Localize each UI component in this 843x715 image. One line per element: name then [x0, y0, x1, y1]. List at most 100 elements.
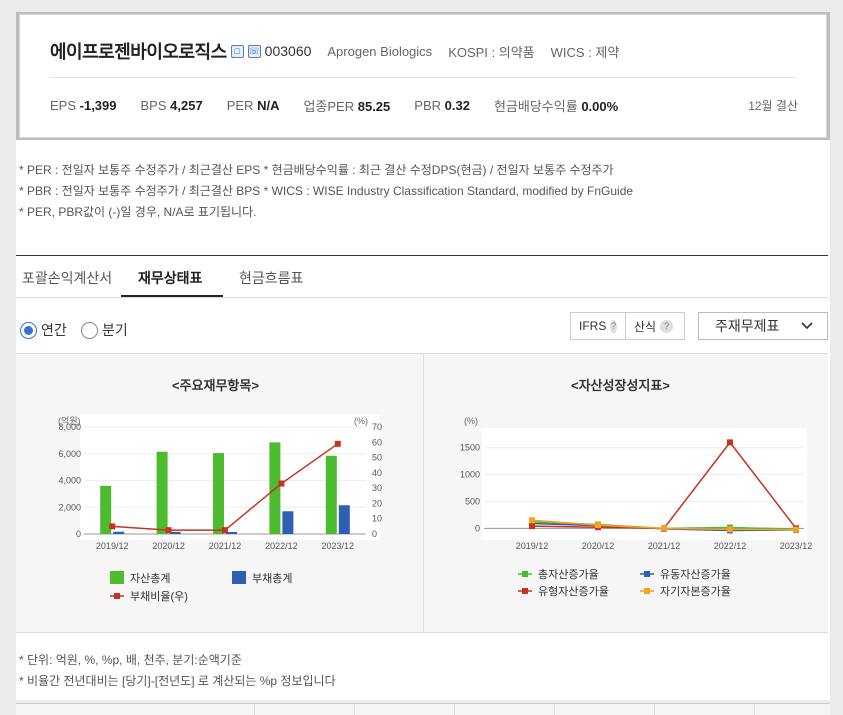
legend-swatch	[522, 571, 528, 577]
point-series-2	[529, 523, 535, 530]
company-title-row: 에이프로젠바이오로직스 □ ☏ 003060 Aprogen Biologics…	[50, 38, 619, 64]
stock-code: 003060	[264, 43, 312, 59]
legend-label: 부채비율(우)	[130, 590, 188, 603]
stat-eps: EPS -1,399	[50, 97, 117, 113]
tab-balance-sheet[interactable]: 재무상태표	[138, 268, 202, 288]
legend-swatch	[522, 588, 528, 594]
legend-swatch	[644, 571, 650, 577]
ifrs-button[interactable]: IFRS?	[570, 312, 626, 340]
legend-swatch	[232, 571, 246, 584]
legend-label: 유형자산증가율	[538, 585, 609, 598]
radio-annual-indicator[interactable]	[20, 321, 37, 339]
point-series-3	[595, 522, 601, 529]
x-tick-label: 2020/12	[582, 541, 615, 551]
point-series-2	[727, 439, 733, 446]
company-name: 에이프로젠바이오로직스	[50, 42, 227, 62]
bar-total-assets	[156, 451, 168, 534]
y2-tick-label: 60	[372, 437, 382, 447]
legend-label: 자기자본증가율	[660, 585, 731, 598]
x-tick-label: 2022/12	[714, 541, 747, 551]
homepage-icon[interactable]: □	[230, 44, 244, 58]
chevron-down-icon	[801, 322, 813, 330]
x-tick-label: 2023/12	[780, 541, 813, 551]
y-tick-label: 6,000	[58, 449, 81, 459]
x-tick-label: 2023/12	[322, 541, 355, 551]
x-tick-label: 2021/12	[648, 541, 681, 551]
table-header-strip	[16, 703, 830, 715]
y2-tick-label: 10	[372, 514, 382, 524]
company-summary	[19, 14, 827, 138]
x-tick-label: 2019/12	[96, 541, 129, 551]
bar-total-liabilities	[338, 505, 350, 534]
asset-growth-chart: (%) 0 500 1000 1500 2019/12 2020/12 2021/12 2022…	[460, 416, 813, 598]
legend-swatch	[644, 588, 650, 594]
x-tick-label: 2019/12	[516, 541, 549, 551]
y-tick-label: 2,000	[58, 502, 81, 512]
y-tick-label: 0	[475, 523, 480, 533]
stat-industry-per: 업종PER 85.25	[303, 98, 391, 114]
statement-tabs: 포괄손익계산서 재무상태표 현금흐름표	[16, 256, 828, 298]
y2-tick-label: 40	[372, 468, 382, 478]
point-debt-ratio	[278, 480, 285, 487]
y-tick-label: 0	[76, 529, 81, 539]
formula-button[interactable]: 산식?	[625, 312, 685, 340]
settlement-month: 12월 결산	[748, 98, 798, 113]
legend-swatch	[114, 593, 120, 599]
y-tick-label: 1000	[460, 470, 480, 480]
x-tick-label: 2020/12	[152, 541, 185, 551]
y2-tick-label: 0	[372, 529, 377, 539]
tab-income-statement[interactable]: 포괄손익계산서	[22, 268, 112, 288]
financial-panel: * PER : 전일자 보통주 수정주가 / 최근결산 EPS * 현금배당수익…	[16, 140, 830, 700]
right-unit-label: (%)	[354, 416, 368, 426]
radio-quarter[interactable]: 분기	[81, 320, 128, 340]
info-divider	[50, 77, 796, 78]
point-series-3	[727, 526, 733, 533]
y-tick-label: 4,000	[58, 476, 81, 486]
help-icon[interactable]: ?	[660, 319, 674, 333]
bar-total-liabilities	[113, 531, 125, 534]
point-debt-ratio	[222, 527, 228, 534]
charts-area: <주요재무항목> <자산성장성지표> (억원) (%) 0 2,000 4,000 6,0…	[16, 353, 828, 633]
stat-dividend-yield: 현금배당수익률 0.00%	[493, 98, 619, 114]
y-tick-label: 1500	[460, 443, 480, 453]
y-tick-label: 500	[465, 496, 480, 506]
y2-tick-label: 20	[372, 498, 382, 508]
legend-swatch	[110, 571, 124, 584]
y2-tick-label: 30	[372, 483, 382, 493]
active-tab-indicator	[121, 295, 223, 297]
left-unit-label: (%)	[464, 416, 478, 426]
phone-icon[interactable]: ☏	[247, 44, 261, 58]
legend-label: 부채총계	[252, 572, 292, 585]
stat-pbr: PBR 0.32	[414, 97, 470, 113]
bar-total-liabilities	[282, 511, 294, 534]
point-debt-ratio	[165, 527, 172, 534]
key-stats: EPS -1,399 BPS 4,257 PER N/A 업종PER 85.25…	[50, 96, 798, 114]
legend-label: 총자산증가율	[538, 568, 599, 581]
x-tick-label: 2021/12	[209, 541, 242, 551]
stat-bps: BPS 4,257	[140, 97, 203, 113]
point-series-3	[793, 526, 799, 533]
english-name: Aprogen Biologics	[327, 43, 433, 59]
y2-tick-label: 70	[372, 422, 382, 432]
x-tick-label: 2022/12	[265, 541, 298, 551]
point-series-3	[661, 525, 667, 532]
stat-per: PER N/A	[226, 97, 280, 113]
y2-tick-label: 50	[372, 453, 382, 463]
radio-quarter-indicator[interactable]	[81, 321, 98, 339]
help-icon[interactable]: ?	[610, 319, 617, 333]
legend-label: 자산총계	[130, 572, 170, 585]
point-debt-ratio	[334, 440, 341, 447]
bar-total-assets	[213, 453, 224, 534]
statement-type-select[interactable]: 주재무제표	[698, 312, 828, 340]
point-series-3	[529, 517, 535, 524]
tab-cash-flow[interactable]: 현금흐름표	[239, 268, 303, 288]
wics-info: WICS : 제약	[550, 44, 620, 60]
point-debt-ratio	[109, 523, 116, 530]
definition-notes: * PER : 전일자 보통주 수정주가 / 최근결산 EPS * 현금배당수익…	[19, 163, 634, 219]
legend-label: 유동자산증가율	[660, 568, 731, 581]
market-info: KOSPI : 의약품	[448, 44, 535, 60]
y-tick-label: 8,000	[58, 422, 81, 432]
unit-notes: * 단위: 억원, %, %p, 배, 천주, 분기:순액기준 * 비율간 전년…	[19, 653, 336, 688]
financial-items-chart: (억원) (%)02,0004,0006,0008,000010203040506…	[58, 414, 382, 603]
radio-annual[interactable]: 연간	[20, 320, 67, 340]
